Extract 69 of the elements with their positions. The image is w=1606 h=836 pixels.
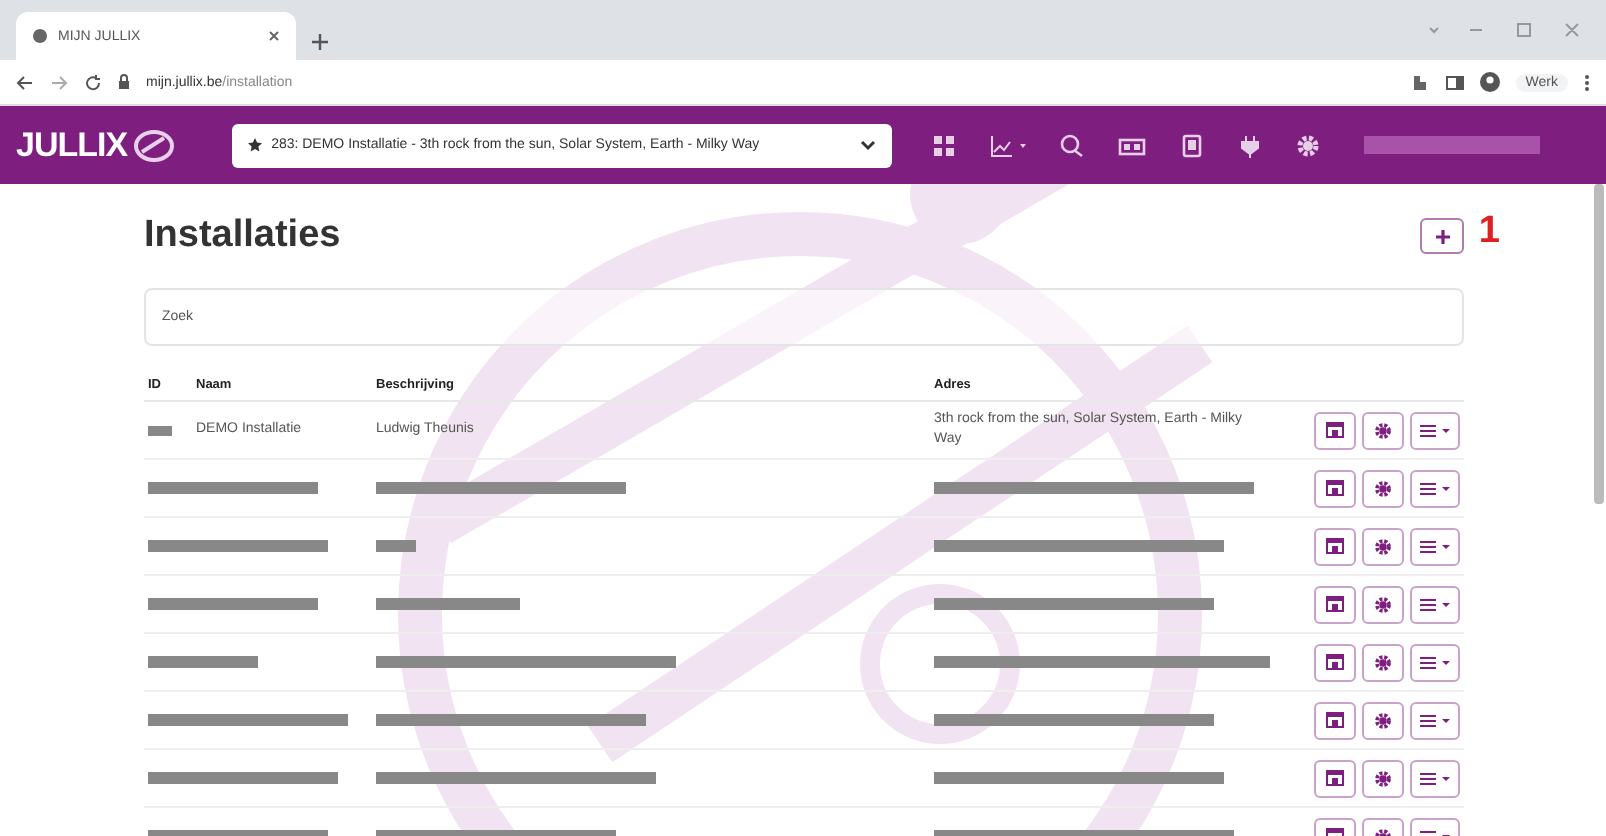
redacted-bar — [148, 425, 172, 435]
reload-icon[interactable] — [84, 73, 102, 91]
close-icon[interactable] — [268, 30, 280, 42]
calendar-button[interactable] — [1314, 527, 1356, 565]
settings-icon[interactable] — [1295, 133, 1320, 157]
redacted-bar — [376, 540, 416, 552]
calendar-button[interactable] — [1314, 585, 1356, 623]
calendar-icon — [1326, 654, 1344, 670]
settings-icon — [1374, 537, 1392, 555]
redacted-bar — [148, 656, 258, 668]
calendar-button[interactable] — [1314, 759, 1356, 797]
menu-dropdown-button[interactable] — [1410, 585, 1460, 623]
plus-icon — [1435, 229, 1449, 243]
new-tab-icon[interactable] — [312, 34, 328, 50]
settings-icon — [1374, 769, 1392, 787]
calendar-icon — [1326, 712, 1344, 728]
menu-dropdown-button[interactable] — [1410, 527, 1460, 565]
lock-icon — [118, 74, 130, 90]
menu-icon — [1420, 597, 1450, 611]
settings-button[interactable] — [1362, 585, 1404, 623]
menu-icon — [1420, 539, 1450, 553]
menu-dropdown-button[interactable] — [1410, 643, 1460, 681]
logo-icon[interactable] — [131, 127, 176, 163]
logo-text[interactable]: JULLIX — [16, 125, 128, 165]
settings-icon — [1374, 479, 1392, 497]
settings-icon — [1374, 653, 1392, 671]
device-icon[interactable] — [1179, 133, 1204, 157]
calendar-icon — [1326, 480, 1344, 496]
settings-button[interactable] — [1362, 643, 1404, 681]
settings-button[interactable] — [1362, 411, 1404, 449]
menu-icon — [1420, 655, 1450, 669]
menu-icon — [1420, 771, 1450, 785]
menu-icon — [1420, 423, 1450, 437]
calendar-button[interactable] — [1314, 469, 1356, 507]
chart-icon[interactable] — [989, 133, 1026, 157]
settings-icon — [1374, 421, 1392, 439]
annotation-number: 1 — [1478, 210, 1500, 254]
star-icon — [247, 138, 262, 152]
chevron-down-icon — [859, 139, 876, 151]
calendar-button[interactable] — [1314, 411, 1356, 449]
settings-icon — [1374, 711, 1392, 729]
menu-dropdown-button[interactable] — [1410, 701, 1460, 739]
calendar-button[interactable] — [1314, 643, 1356, 681]
redacted-bar — [376, 598, 520, 610]
calendar-icon — [1326, 596, 1344, 612]
more-icon[interactable] — [1584, 73, 1590, 91]
settings-button[interactable] — [1362, 469, 1404, 507]
battery-icon[interactable] — [1117, 133, 1146, 157]
settings-icon — [1374, 595, 1392, 613]
page-title: Installaties — [144, 214, 343, 258]
back-icon[interactable] — [16, 73, 34, 91]
menu-dropdown-button[interactable] — [1410, 411, 1460, 449]
dashboard-icon[interactable] — [931, 133, 956, 157]
calendar-icon — [1326, 422, 1344, 438]
settings-button[interactable] — [1362, 527, 1404, 565]
settings-button[interactable] — [1362, 701, 1404, 739]
calendar-icon — [1326, 770, 1344, 786]
calendar-button[interactable] — [1314, 701, 1356, 739]
add-button[interactable] — [1420, 218, 1464, 254]
menu-dropdown-button[interactable] — [1410, 469, 1460, 507]
settings-button[interactable] — [1362, 759, 1404, 797]
menu-icon — [1420, 481, 1450, 495]
scrollbar[interactable] — [1594, 184, 1604, 504]
sidebar-icon[interactable] — [1445, 73, 1464, 91]
plug-icon[interactable] — [1237, 133, 1262, 157]
calendar-icon — [1326, 538, 1344, 554]
menu-dropdown-button[interactable] — [1410, 759, 1460, 797]
avatar-icon[interactable] — [1479, 72, 1500, 92]
menu-icon — [1420, 713, 1450, 727]
